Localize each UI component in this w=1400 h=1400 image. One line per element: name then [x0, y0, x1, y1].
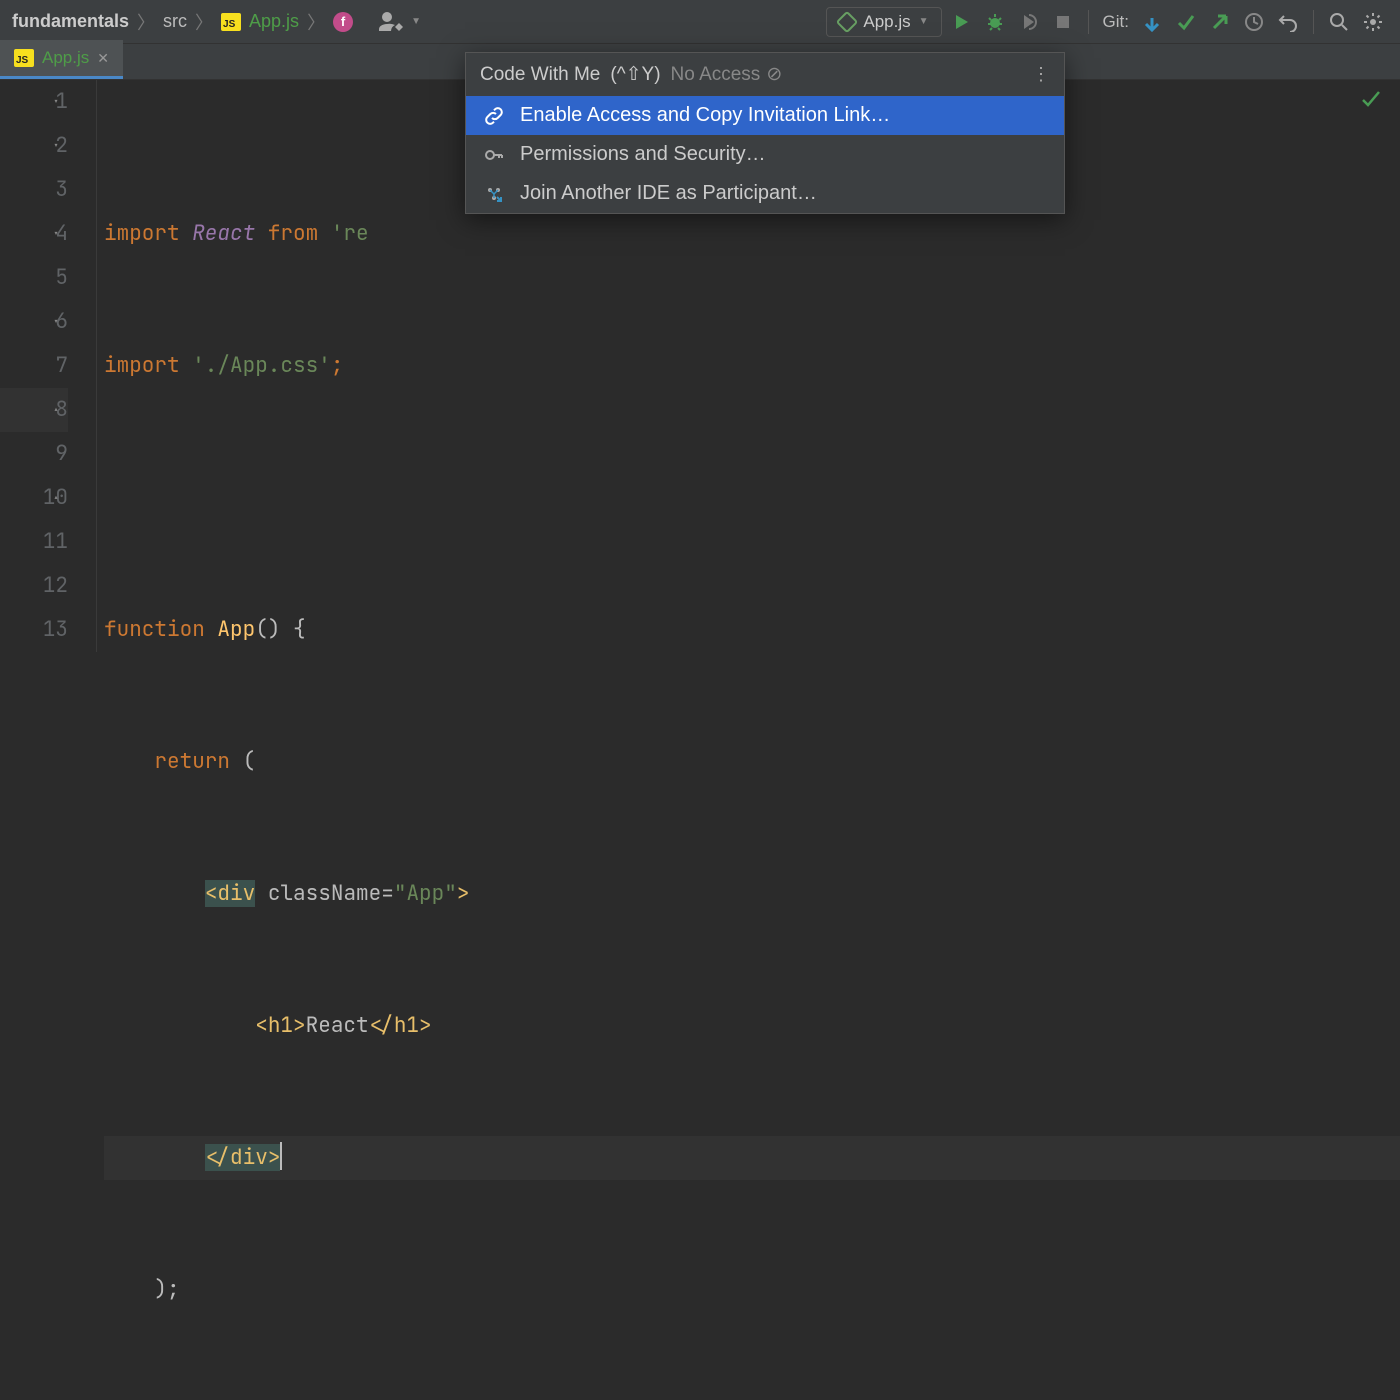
no-access-icon: ⊘	[766, 63, 782, 86]
popup-shortcut: (^⇧Y)	[610, 63, 660, 86]
code-line[interactable]: <h1>React</h1>	[104, 1004, 1400, 1048]
line-number[interactable]: 5	[0, 256, 68, 300]
popup-item-join[interactable]: Join Another IDE as Participant…	[466, 174, 1064, 213]
run-config-label: App.js	[863, 12, 910, 32]
git-push-button[interactable]	[1205, 7, 1235, 37]
line-number[interactable]: 1▾	[0, 80, 68, 124]
chevron-right-icon: 〉	[307, 9, 325, 35]
chevron-down-icon: ▼	[919, 16, 929, 27]
code-line[interactable]: import './App.css';	[104, 344, 1400, 388]
key-icon	[482, 145, 506, 165]
line-number[interactable]: 10▴	[0, 476, 68, 520]
breadcrumb-symbol[interactable]: f	[333, 12, 353, 32]
line-number[interactable]: 8▴	[0, 388, 68, 432]
history-button[interactable]	[1239, 7, 1269, 37]
line-number[interactable]: 2▾	[0, 124, 68, 168]
separator	[1088, 10, 1089, 34]
line-number[interactable]: 11	[0, 520, 68, 564]
function-icon: f	[333, 12, 353, 32]
line-number[interactable]: 7	[0, 344, 68, 388]
breadcrumb-file[interactable]: App.js	[249, 11, 299, 32]
code-line[interactable]: </div>	[104, 1136, 1400, 1180]
debug-button[interactable]	[980, 7, 1010, 37]
breadcrumb-folder[interactable]: src	[163, 11, 187, 32]
link-icon	[482, 106, 506, 126]
breadcrumb-project[interactable]: fundamentals	[12, 11, 129, 32]
separator	[1313, 10, 1314, 34]
stop-button[interactable]	[1048, 7, 1078, 37]
text-cursor	[280, 1142, 282, 1170]
chevron-right-icon: 〉	[137, 9, 155, 35]
line-number[interactable]: 3	[0, 168, 68, 212]
line-number[interactable]: 4▾	[0, 212, 68, 256]
code-line[interactable]	[104, 476, 1400, 520]
popup-item-label: Join Another IDE as Participant…	[520, 182, 817, 205]
gutter: 1▾ 2▾ 3 4▾ 5 6▾ 7 8▴ 9 10▴ 11 12 13	[0, 80, 96, 700]
git-commit-button[interactable]	[1171, 7, 1201, 37]
search-button[interactable]	[1324, 7, 1354, 37]
js-file-icon	[14, 49, 34, 67]
run-with-coverage-button[interactable]	[1014, 7, 1044, 37]
line-number[interactable]: 6▾	[0, 300, 68, 344]
code-line[interactable]: return (	[104, 740, 1400, 784]
popup-item-label: Permissions and Security…	[520, 143, 766, 166]
popup-title: Code With Me	[480, 64, 600, 86]
navigation-toolbar: fundamentals 〉 src 〉 App.js 〉 f ▼ App.js…	[0, 0, 1400, 44]
code-line[interactable]: <div className="App">	[104, 872, 1400, 916]
breadcrumb: fundamentals 〉 src 〉 App.js 〉 f	[12, 9, 353, 35]
line-number[interactable]: 9	[0, 432, 68, 476]
code-line[interactable]: );	[104, 1268, 1400, 1312]
popup-item-permissions[interactable]: Permissions and Security…	[466, 135, 1064, 174]
popup-item-label: Enable Access and Copy Invitation Link…	[520, 104, 890, 127]
settings-button[interactable]	[1358, 7, 1388, 37]
fold-icon[interactable]: ▾	[50, 140, 62, 152]
popup-item-enable-access[interactable]: Enable Access and Copy Invitation Link…	[466, 96, 1064, 135]
run-button[interactable]	[946, 7, 976, 37]
line-number[interactable]: 13	[0, 608, 68, 652]
chevron-down-icon: ▼	[411, 16, 421, 27]
chevron-right-icon: 〉	[195, 9, 213, 35]
close-tab-icon[interactable]: ✕	[97, 50, 109, 67]
fold-icon[interactable]: ▾	[50, 228, 62, 240]
run-configuration-selector[interactable]: App.js ▼	[826, 7, 941, 37]
nodejs-icon	[836, 10, 859, 33]
fold-icon[interactable]: ▴	[50, 492, 62, 504]
git-update-button[interactable]	[1137, 7, 1167, 37]
js-file-icon	[221, 13, 241, 31]
fold-icon[interactable]: ▾	[50, 96, 62, 108]
fold-icon[interactable]: ▴	[50, 404, 62, 416]
git-label: Git:	[1103, 12, 1129, 32]
editor-tab-active[interactable]: App.js ✕	[0, 40, 123, 79]
rollback-button[interactable]	[1273, 7, 1303, 37]
code-line[interactable]: function App() {	[104, 608, 1400, 652]
code-with-me-button[interactable]	[377, 7, 407, 37]
popup-status: No Access⊘	[671, 63, 783, 86]
popup-header: Code With Me (^⇧Y) No Access⊘ ⋮	[466, 53, 1064, 96]
code-with-me-popup: Code With Me (^⇧Y) No Access⊘ ⋮ Enable A…	[465, 52, 1065, 214]
kebab-menu-icon[interactable]: ⋮	[1032, 64, 1050, 85]
line-number[interactable]: 12	[0, 564, 68, 608]
tab-name: App.js	[42, 48, 89, 68]
fold-icon[interactable]: ▾	[50, 316, 62, 328]
join-icon	[482, 184, 506, 204]
code-line[interactable]: import React from 're	[104, 212, 1400, 256]
